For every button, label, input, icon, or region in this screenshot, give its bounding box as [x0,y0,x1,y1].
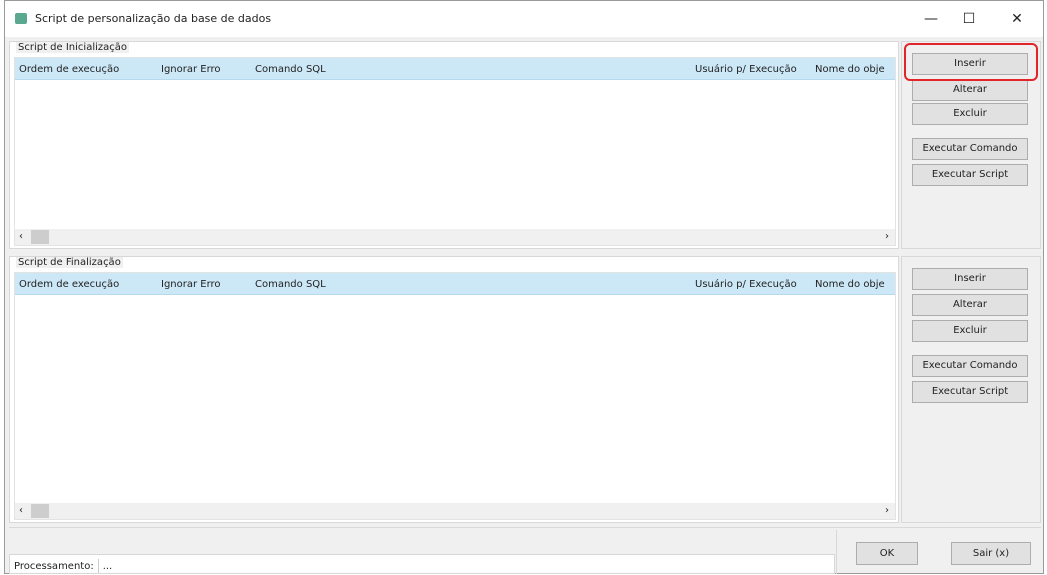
final-group-label: Script de Finalização [16,257,123,268]
final-edit-button[interactable]: Alterar [912,294,1028,316]
col-sql-command[interactable]: Comando SQL [255,64,326,75]
init-script-grid[interactable]: Ordem de execução Ignorar Erro Comando S… [14,57,896,246]
close-button[interactable]: ✕ [997,7,1037,31]
col-order[interactable]: Ordem de execução [19,64,119,75]
scroll-left-icon[interactable]: ‹ [19,505,23,516]
col-ignore-error[interactable]: Ignorar Erro [161,279,221,290]
window-title: Script de personalização da base de dado… [35,12,272,25]
scroll-thumb[interactable] [31,504,49,518]
init-exec-command-button[interactable]: Executar Comando [912,138,1028,160]
final-delete-button[interactable]: Excluir [912,320,1028,342]
grid-header: Ordem de execução Ignorar Erro Comando S… [15,273,895,295]
col-sql-command[interactable]: Comando SQL [255,279,326,290]
title-bar: Script de personalização da base de dado… [5,1,1043,37]
col-object-name[interactable]: Nome do obje [815,279,885,290]
horizontal-scrollbar[interactable]: ‹ › [15,229,895,245]
col-object-name[interactable]: Nome do obje [815,64,885,75]
final-script-grid[interactable]: Ordem de execução Ignorar Erro Comando S… [14,272,896,520]
init-exec-script-button[interactable]: Executar Script [912,164,1028,186]
grid-header: Ordem de execução Ignorar Erro Comando S… [15,58,895,80]
maximize-button[interactable]: ☐ [949,7,989,31]
scroll-thumb[interactable] [31,230,49,244]
minimize-button[interactable]: — [911,7,951,31]
init-edit-button[interactable]: Alterar [912,79,1028,101]
final-button-panel: Inserir Alterar Excluir Executar Comando… [901,256,1041,523]
scroll-right-icon[interactable]: › [885,231,889,242]
footer-buttons: OK Sair (x) [836,530,1041,574]
ok-button[interactable]: OK [856,542,918,565]
col-ignore-error[interactable]: Ignorar Erro [161,64,221,75]
app-icon [15,13,27,24]
horizontal-scrollbar[interactable]: ‹ › [15,503,895,519]
col-user[interactable]: Usuário p/ Execução [695,279,797,290]
init-group-label: Script de Inicialização [16,42,130,53]
final-exec-script-button[interactable]: Executar Script [912,381,1028,403]
status-value: ... [102,561,113,572]
init-script-group: Script de Inicialização Ordem de execuçã… [9,41,899,249]
init-delete-button[interactable]: Excluir [912,103,1028,125]
dialog-window: Script de personalização da base de dado… [4,0,1044,574]
scroll-right-icon[interactable]: › [885,505,889,516]
col-user[interactable]: Usuário p/ Execução [695,64,797,75]
status-bar: Processamento:... [9,554,835,574]
highlight-annotation [904,43,1038,81]
final-exec-command-button[interactable]: Executar Comando [912,355,1028,377]
col-order[interactable]: Ordem de execução [19,279,119,290]
scroll-left-icon[interactable]: ‹ [19,231,23,242]
status-label: Processamento: [14,561,94,572]
final-script-group: Script de Finalização Ordem de execução … [9,256,899,523]
footer: Processamento:... OK Sair (x) [9,527,1041,574]
final-insert-button[interactable]: Inserir [912,268,1028,290]
exit-button[interactable]: Sair (x) [951,542,1031,565]
